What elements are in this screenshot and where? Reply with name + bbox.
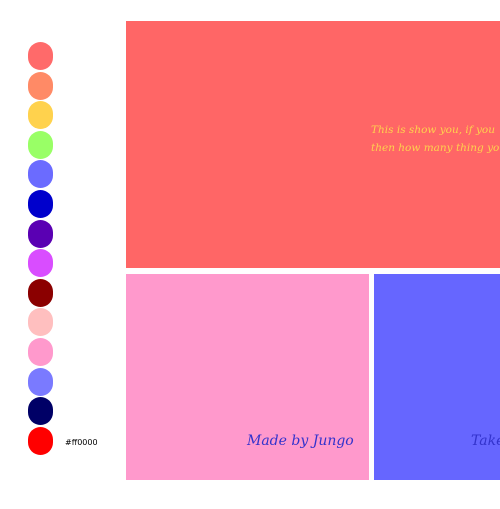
swatch-blue[interactable] bbox=[28, 190, 53, 218]
panel-bottom-right: Take bbox=[374, 274, 500, 480]
signature-text: Made by Jungo bbox=[247, 433, 354, 449]
panel-bottom-left: Made by Jungo bbox=[126, 274, 369, 480]
signature-text-right: Take bbox=[471, 433, 500, 449]
message-line-2: then how many thing you bbox=[371, 142, 500, 154]
swatch-yellow[interactable] bbox=[28, 101, 53, 130]
swatch-red[interactable] bbox=[28, 426, 53, 455]
swatch-lavender[interactable] bbox=[28, 367, 53, 396]
swatch-magenta[interactable] bbox=[28, 249, 53, 278]
swatch-maroon[interactable] bbox=[28, 278, 53, 307]
swatch-coral[interactable] bbox=[28, 42, 53, 70]
panel-top: This is show you, if you then how many t… bbox=[126, 21, 500, 268]
selected-hex-label: #ff0000 bbox=[65, 438, 98, 447]
swatch-lightgreen[interactable] bbox=[28, 130, 53, 159]
message-line-1: This is show you, if you bbox=[371, 124, 496, 136]
swatch-pink[interactable] bbox=[28, 308, 53, 337]
swatch-periwinkle[interactable] bbox=[28, 160, 53, 189]
swatch-navy[interactable] bbox=[28, 397, 53, 426]
swatch-salmon[interactable] bbox=[28, 71, 53, 100]
message-text: This is show you, if you then how many t… bbox=[371, 121, 500, 157]
swatch-indigo[interactable] bbox=[28, 219, 53, 248]
swatch-rose[interactable] bbox=[28, 338, 53, 366]
